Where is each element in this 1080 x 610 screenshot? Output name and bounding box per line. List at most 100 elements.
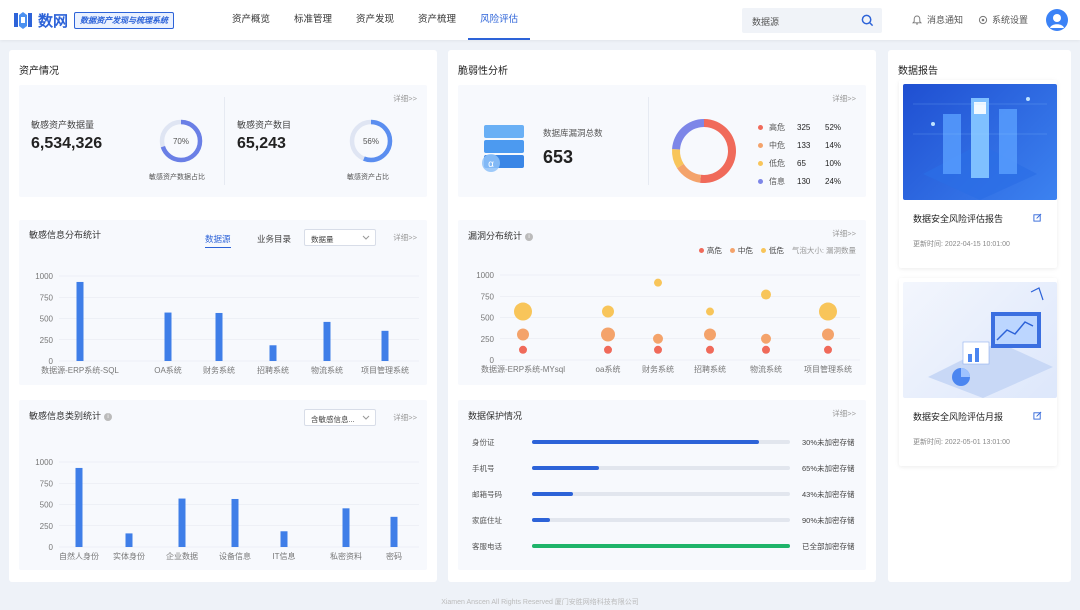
chart-bubble[interactable] <box>824 345 832 354</box>
chart-bar[interactable] <box>323 321 331 361</box>
report-time: 更新时间: 2022-04-15 10:01:00 <box>913 241 1010 248</box>
protection-status: 90%未加密存储 <box>802 515 855 525</box>
y-tick-label: 250 <box>481 335 495 344</box>
chart-bubble[interactable] <box>519 345 527 354</box>
y-tick-label: 500 <box>40 315 54 324</box>
chart-bubble[interactable] <box>761 289 771 300</box>
x-tick-label: 数据源-ERP系统-MYsql <box>481 364 565 374</box>
chart-bar[interactable] <box>76 281 84 361</box>
donut-slice[interactable] <box>699 119 736 183</box>
notifications[interactable]: 消息通知 <box>912 13 963 26</box>
chart-bar[interactable] <box>231 498 239 547</box>
x-tick-label: 实体身份 <box>113 551 145 561</box>
y-tick-label: 750 <box>40 293 54 302</box>
asset-summary-panel: 详细>> 敏感资产数据量 6,534,326 70% 敏感资产数据占比 敏感资产… <box>19 85 427 197</box>
chart-bar[interactable] <box>280 531 288 547</box>
chart-bubble[interactable] <box>604 345 612 354</box>
x-tick-label: 私密资料 <box>330 551 362 561</box>
chart-bar[interactable] <box>125 533 133 547</box>
x-tick-label: 自然人身份 <box>59 551 99 561</box>
protection-progress <box>532 518 790 522</box>
search-box[interactable]: 数据源 <box>742 8 882 33</box>
edit-icon[interactable] <box>1033 213 1042 222</box>
edit-icon[interactable] <box>1033 411 1042 420</box>
divider <box>224 97 225 185</box>
protection-progress-fill <box>532 544 790 548</box>
nav-item[interactable]: 资产概览 <box>220 0 282 40</box>
legend-name: 中危 <box>769 141 785 150</box>
protection-status: 30%未加密存储 <box>802 437 855 447</box>
vuln-card: 脆弱性分析 详细>> α 数据库漏洞总数 653 高危 325 52% 中危 133 14… <box>448 50 876 582</box>
main-nav: 资产概览 标准管理 资产发现 资产梳理 风险评估 <box>220 0 531 40</box>
nav-item[interactable]: 风险评估 <box>468 0 531 40</box>
report-item[interactable]: 数据安全风险评估报告 更新时间: 2022-04-15 10:01:00 <box>899 80 1057 268</box>
search-input[interactable]: 数据源 <box>752 15 779 28</box>
protection-progress-fill <box>532 518 551 522</box>
chart-bubble[interactable] <box>602 305 614 318</box>
asset-more-link[interactable]: 详细>> <box>393 93 417 104</box>
legend-pct: 10% <box>825 159 842 168</box>
chart-bubble[interactable] <box>706 307 714 316</box>
chart-bubble[interactable] <box>819 302 837 321</box>
chart-bar[interactable] <box>215 312 223 361</box>
donut-slice[interactable] <box>672 119 704 150</box>
category-panel: 敏感信息类别统计 i 含敏感信息... 详细>> 0 250 500 750 1000 自然… <box>19 400 427 570</box>
chart-bar[interactable] <box>381 330 389 361</box>
user-icon <box>1050 14 1064 28</box>
chart-bar[interactable] <box>178 498 186 547</box>
chart-bubble[interactable] <box>822 328 834 341</box>
legend-dot <box>758 161 763 166</box>
asset-count-ring: 56% <box>349 119 393 163</box>
chart-bubble[interactable] <box>706 345 714 354</box>
server-illustration-icon <box>913 97 1047 200</box>
chart-bubble[interactable] <box>761 333 771 344</box>
chart-bubble[interactable] <box>653 333 663 344</box>
protection-label: 手机号 <box>472 463 495 473</box>
protection-more-link[interactable]: 详细>> <box>832 408 856 419</box>
chart-bar[interactable] <box>269 345 277 361</box>
search-icon[interactable] <box>861 14 874 27</box>
report-title[interactable]: 数据安全风险评估报告 <box>913 212 1003 225</box>
chart-bubble[interactable] <box>704 328 716 341</box>
asset-card: 资产情况 详细>> 敏感资产数据量 6,534,326 70% 敏感资产数据占比… <box>9 50 437 582</box>
report-title[interactable]: 数据安全风险评估月报 <box>913 410 1003 423</box>
data-volume-caption: 敏感资产数据占比 <box>149 174 205 181</box>
avatar[interactable] <box>1046 9 1068 31</box>
chart-bar[interactable] <box>75 467 83 547</box>
y-tick-label: 1000 <box>35 458 53 467</box>
monitor-illustration-icon <box>928 287 1053 398</box>
x-tick-label: 物流系统 <box>311 365 343 375</box>
legend-pct: 14% <box>825 141 842 150</box>
protection-progress-fill <box>532 440 760 444</box>
chart-bubble[interactable] <box>517 328 529 341</box>
report-item[interactable]: 数据安全风险评估月报 更新时间: 2022-05-01 13:01:00 <box>899 278 1057 466</box>
chart-bar[interactable] <box>164 312 172 361</box>
protection-row: 邮箱号码 43%未加密存储 <box>472 488 892 500</box>
chart-bar[interactable] <box>390 516 398 547</box>
x-tick-label: 设备信息 <box>219 551 251 561</box>
y-tick-label: 750 <box>481 292 495 301</box>
nav-item[interactable]: 资产梳理 <box>406 0 468 40</box>
chart-bubble[interactable] <box>601 327 615 342</box>
protection-row: 手机号 65%未加密存储 <box>472 462 892 474</box>
vuln-legend-item: 中危 133 14% <box>758 140 841 151</box>
distribution-bar-chart: 0 250 500 750 1000 数据源-ERP系统-SQL OA系统 财务系统 招聘系统 物… <box>35 272 419 375</box>
chart-bubble[interactable] <box>654 345 662 354</box>
chart-bubble[interactable] <box>514 302 532 321</box>
footer: Xiamen Anscen All Rights Reserved 厦门安胜网络… <box>441 599 639 606</box>
database-icon-letter: α <box>488 159 494 170</box>
x-tick-label: 密码 <box>386 551 402 561</box>
chart-bubble[interactable] <box>654 278 662 287</box>
vuln-more-link[interactable]: 详细>> <box>832 93 856 104</box>
data-volume-ratio: 70% <box>173 137 189 146</box>
nav-item[interactable]: 资产发现 <box>344 0 406 40</box>
settings[interactable]: 系统设置 <box>978 13 1028 26</box>
vuln-title: 脆弱性分析 <box>458 66 508 77</box>
chart-bar[interactable] <box>342 508 350 547</box>
chart-bubble[interactable] <box>762 345 770 354</box>
x-tick-label: IT信息 <box>272 551 295 561</box>
logo[interactable]: 数网 数据资产发现与梳理系统 <box>12 9 175 31</box>
donut-slice[interactable] <box>676 163 701 183</box>
protection-panel: 数据保护情况 详细>> 身份证 30%未加密存储 手机号 65%未加密存储 邮箱号码 43… <box>458 400 866 570</box>
nav-item[interactable]: 标准管理 <box>282 0 344 40</box>
